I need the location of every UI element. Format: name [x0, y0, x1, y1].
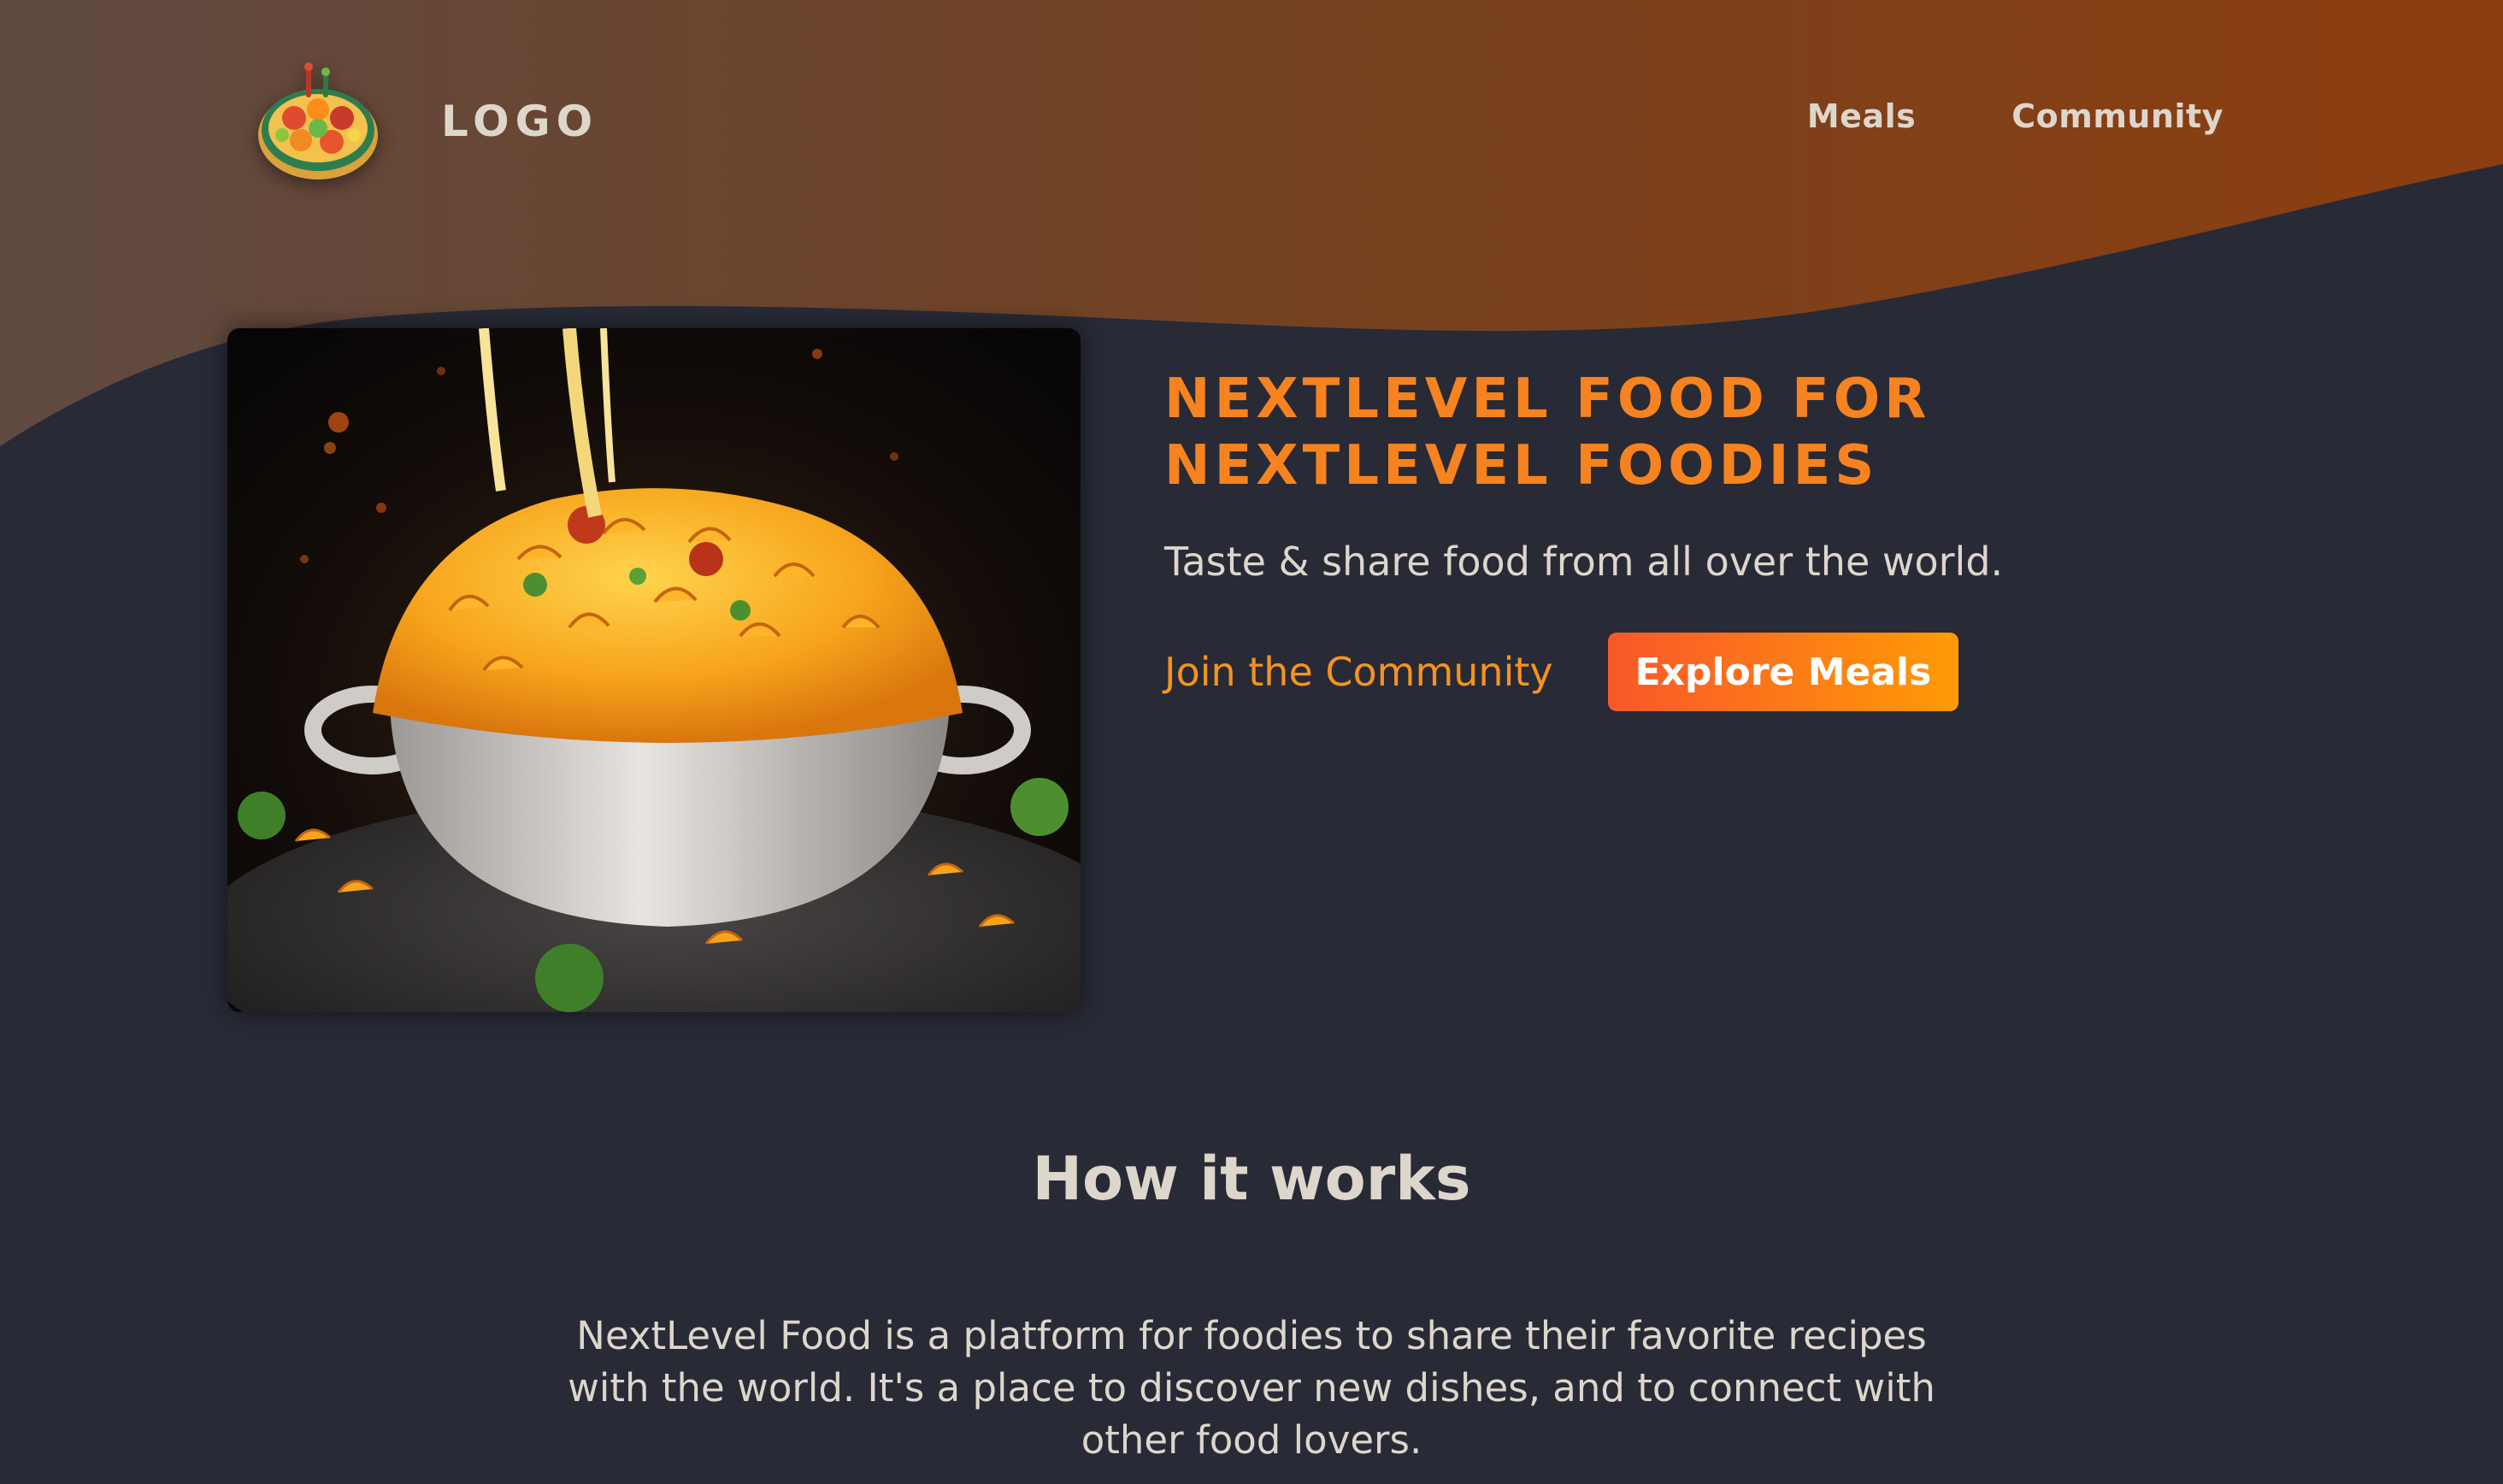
- mac-and-cheese-image: [227, 328, 1081, 1012]
- nav-link-community[interactable]: Community: [2011, 97, 2223, 135]
- hero-actions: Join the Community Explore Meals: [1164, 633, 2276, 711]
- hero-title-line-1: NEXTLEVEL FOOD FOR: [1164, 368, 1931, 431]
- food-platter-icon: [258, 62, 378, 180]
- logo-text: LOGO: [441, 97, 599, 146]
- site-header: LOGO Meals Community: [0, 0, 2503, 248]
- join-community-link[interactable]: Join the Community: [1164, 649, 1553, 695]
- explore-meals-button[interactable]: Explore Meals: [1607, 633, 1959, 711]
- hero-title-line-2: NEXTLEVEL FOODIES: [1164, 434, 1879, 498]
- hero-title: NEXTLEVEL FOOD FOR NEXTLEVEL FOODIES: [1164, 366, 2276, 499]
- how-it-works-text: NextLevel Food is a platform for foodies…: [568, 1313, 1935, 1463]
- hero-subtitle: Taste & share food from all over the wor…: [1164, 539, 2004, 585]
- how-it-works-title: How it works: [1032, 1144, 1471, 1214]
- logo-link[interactable]: LOGO: [253, 56, 598, 186]
- hero-image: [227, 328, 1081, 1012]
- nav-link-meals[interactable]: Meals: [1807, 97, 1916, 135]
- page: LOGO Meals Community NEXTLEVEL FOOD FOR …: [0, 0, 2503, 1484]
- how-it-works-section: How it works NextLevel Food is a platfor…: [0, 1144, 2503, 1466]
- main-nav: Meals Community: [1807, 97, 2223, 135]
- hero-text: NEXTLEVEL FOOD FOR NEXTLEVEL FOODIES Tas…: [1164, 366, 2276, 711]
